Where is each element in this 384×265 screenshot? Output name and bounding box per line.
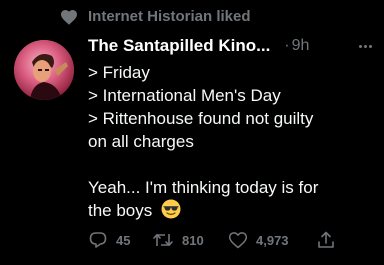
heart-icon (61, 9, 77, 25)
tweet-line: > International Men's Day (88, 86, 281, 105)
tweet-line: > Rittenhouse found not guilty (88, 109, 314, 128)
smiling-face-with-sunglasses-icon (161, 199, 181, 219)
author-name[interactable]: The Santapilled Kino... (88, 36, 270, 56)
tweet-actions: 45 810 4,973 (88, 230, 336, 250)
tweet-text: > Friday > International Men's Day > Rit… (88, 61, 380, 222)
reply-count: 45 (116, 232, 131, 248)
reply-icon (89, 232, 107, 248)
social-context: Internet Historian liked (60, 8, 251, 25)
like-count: 4,973 (256, 232, 289, 248)
more-options-button[interactable] (355, 41, 376, 52)
more-dot (359, 44, 362, 48)
heart-outline-icon (228, 232, 248, 249)
avatar[interactable] (14, 40, 74, 100)
share-icon (318, 231, 334, 248)
retweet-icon (153, 234, 173, 246)
tweet-line: on all charges (88, 132, 194, 151)
more-dot (364, 44, 367, 48)
social-context-text: Internet Historian liked (88, 8, 251, 25)
reply-button[interactable]: 45 (88, 230, 152, 250)
like-button[interactable]: 4,973 (228, 230, 316, 250)
tweet-timestamp[interactable]: · 9h (284, 37, 309, 55)
tweet-line: Yeah... I'm thinking today is for (88, 178, 319, 197)
share-button[interactable] (316, 230, 336, 250)
tweet-last-line: the boys (88, 199, 380, 222)
tweet-line: > Friday (88, 63, 150, 82)
avatar-image (14, 40, 74, 100)
retweet-button[interactable]: 810 (152, 230, 228, 250)
tweet[interactable]: Internet Historian liked The Santapilled… (0, 0, 384, 265)
tweet-header: The Santapilled Kino... · 9h (88, 36, 376, 56)
tweet-time: 9h (291, 37, 310, 54)
retweet-count: 810 (182, 232, 204, 248)
tweet-line: the boys (88, 201, 153, 220)
more-dot (369, 44, 372, 48)
